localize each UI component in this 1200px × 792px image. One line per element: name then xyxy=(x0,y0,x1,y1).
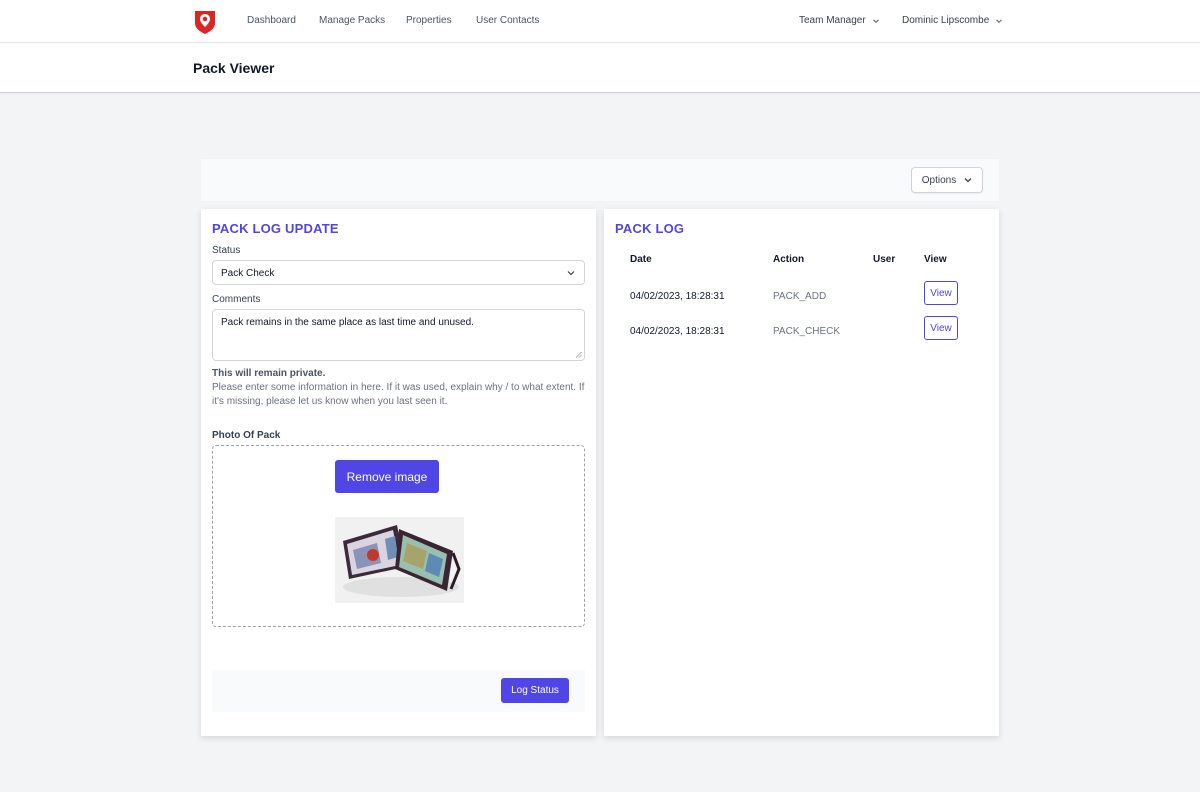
photo-dropzone[interactable]: Remove image xyxy=(212,445,585,627)
team-manager-menu[interactable]: Team Manager xyxy=(799,15,880,26)
private-note: This will remain private. xyxy=(212,368,326,379)
row-action: PACK_CHECK xyxy=(773,326,841,337)
chevron-down-icon xyxy=(964,178,972,183)
view-button[interactable]: View xyxy=(924,316,958,340)
pack-log-update-title: PACK LOG UPDATE xyxy=(212,221,339,236)
comments-help-text: Please enter some information in here. I… xyxy=(212,382,585,407)
status-select-value: Pack Check xyxy=(221,268,275,279)
options-bar: Options xyxy=(201,159,999,201)
row-date: 04/02/2023, 18:28:31 xyxy=(630,326,725,337)
comments-label: Comments xyxy=(212,294,261,305)
user-menu[interactable]: Dominic Lipscombe xyxy=(902,15,1003,26)
resize-grip-icon[interactable] xyxy=(575,351,582,358)
nav-link-user-contacts[interactable]: User Contacts xyxy=(476,15,539,26)
chevron-down-icon xyxy=(567,271,575,276)
log-status-button[interactable]: Log Status xyxy=(501,678,569,703)
page-header: Pack Viewer xyxy=(0,43,1200,93)
table-row: 04/02/2023, 18:28:31 PACK_CHECK View xyxy=(604,316,999,350)
comments-value: Pack remains in the same place as last t… xyxy=(221,317,474,328)
pack-log-update-card: PACK LOG UPDATE Status Pack Check Commen… xyxy=(201,209,596,736)
status-label: Status xyxy=(212,245,241,256)
row-action: PACK_ADD xyxy=(773,291,827,302)
column-header-action: Action xyxy=(773,254,805,265)
top-navbar: Dashboard Manage Packs Properties User C… xyxy=(0,0,1200,43)
team-manager-label: Team Manager xyxy=(799,15,866,26)
options-label: Options xyxy=(921,174,957,186)
column-header-date: Date xyxy=(630,254,652,265)
pack-log-card: PACK LOG Date Action User View 04/02/202… xyxy=(604,209,999,736)
remove-image-button[interactable]: Remove image xyxy=(335,460,439,493)
page-title: Pack Viewer xyxy=(193,60,275,76)
form-footer: Log Status xyxy=(212,670,585,712)
chevron-down-icon xyxy=(872,18,879,23)
user-menu-label: Dominic Lipscombe xyxy=(902,15,990,26)
options-dropdown-button[interactable]: Options xyxy=(911,167,983,193)
nav-link-dashboard[interactable]: Dashboard xyxy=(247,15,296,26)
view-button[interactable]: View xyxy=(924,281,958,305)
photo-label: Photo Of Pack xyxy=(212,430,281,441)
chevron-down-icon xyxy=(996,18,1003,23)
row-date: 04/02/2023, 18:28:31 xyxy=(630,291,725,302)
column-header-user: User xyxy=(873,254,896,265)
table-row: 04/02/2023, 18:28:31 PACK_ADD View xyxy=(604,281,999,315)
column-header-view: View xyxy=(924,254,947,265)
pack-photo xyxy=(335,517,464,603)
nav-link-manage-packs[interactable]: Manage Packs xyxy=(319,15,385,26)
comments-textarea[interactable]: Pack remains in the same place as last t… xyxy=(212,309,585,361)
pack-log-title: PACK LOG xyxy=(615,221,685,236)
nav-link-properties[interactable]: Properties xyxy=(406,15,452,26)
app-logo[interactable] xyxy=(193,9,217,34)
status-select[interactable]: Pack Check xyxy=(212,260,585,285)
